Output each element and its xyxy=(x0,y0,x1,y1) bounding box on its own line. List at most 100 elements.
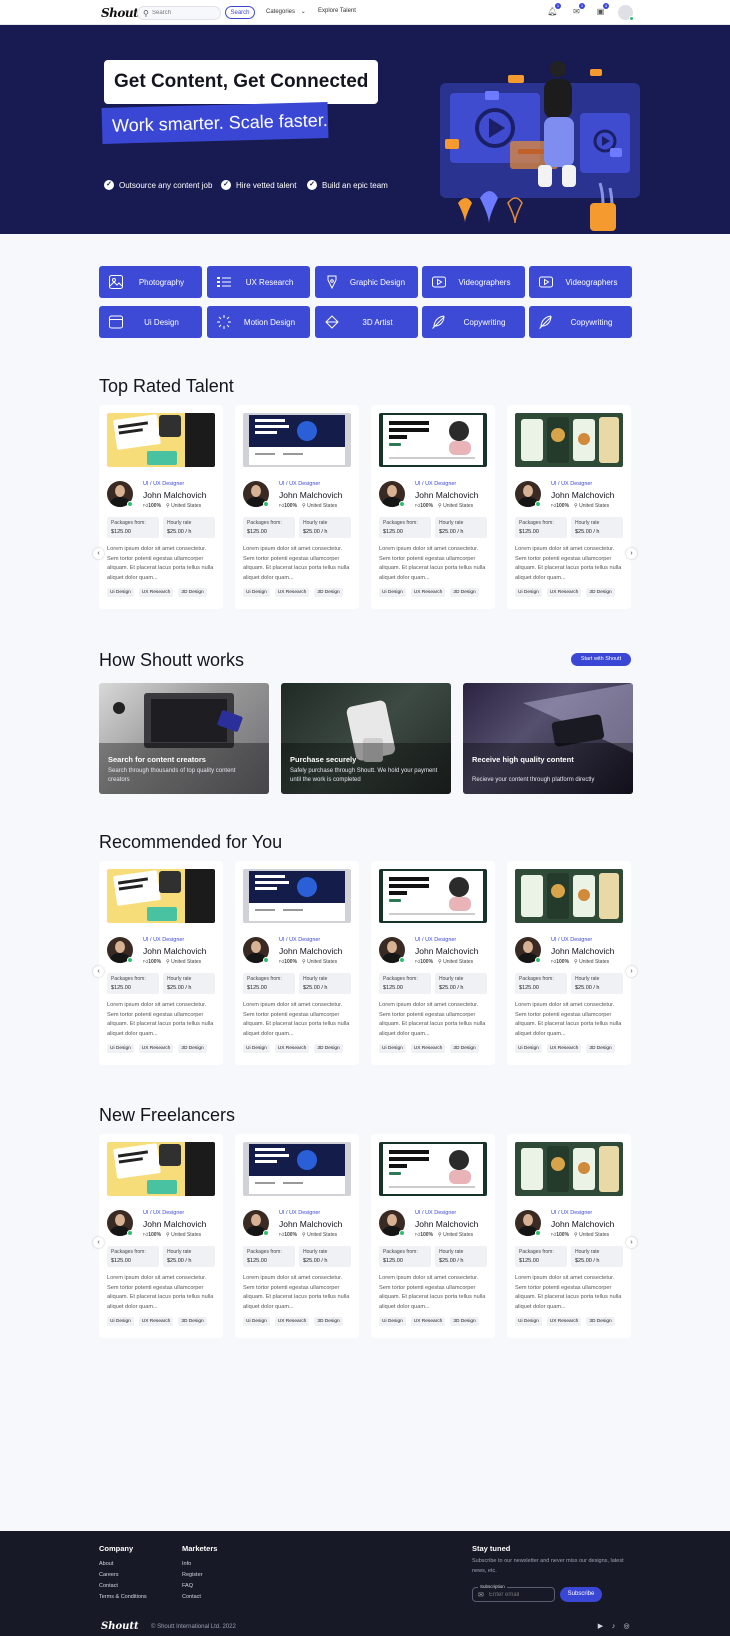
tag[interactable]: UX Research xyxy=(138,1044,174,1053)
cart-button[interactable]: ▣ 4 xyxy=(595,3,609,17)
talent-card[interactable]: UI / UX Designer John Malchovich 👍︎100% ⚲ U… xyxy=(507,861,631,1065)
tag[interactable]: 3D Design xyxy=(178,1044,207,1053)
talent-name[interactable]: John Malchovich xyxy=(415,1219,478,1229)
portfolio-thumbnail[interactable] xyxy=(379,413,487,467)
portfolio-thumbnail[interactable] xyxy=(379,1142,487,1196)
talent-card[interactable]: UI / UX Designer John Malchovich 👍︎100% ⚲ U… xyxy=(99,1134,223,1338)
tag[interactable]: 3D Design xyxy=(450,588,479,597)
portfolio-thumbnail[interactable] xyxy=(515,413,623,467)
carousel-prev-new-freelancers[interactable]: ‹ xyxy=(93,1237,104,1248)
tag[interactable]: 3D Design xyxy=(586,1317,615,1326)
talent-name[interactable]: John Malchovich xyxy=(279,1219,342,1229)
tag[interactable]: Ui Design xyxy=(379,588,406,597)
footer-link-about[interactable]: About xyxy=(99,1561,113,1567)
carousel-next-recommended[interactable]: › xyxy=(626,966,637,977)
tag[interactable]: 3D Design xyxy=(314,588,343,597)
messages-button[interactable]: ✉ 1 xyxy=(571,3,585,17)
tag[interactable]: Ui Design xyxy=(243,1317,270,1326)
tag[interactable]: UX Research xyxy=(410,1317,446,1326)
talent-name[interactable]: John Malchovich xyxy=(143,946,206,956)
portfolio-thumbnail[interactable] xyxy=(515,1142,623,1196)
portfolio-thumbnail[interactable] xyxy=(243,1142,351,1196)
talent-name[interactable]: John Malchovich xyxy=(143,1219,206,1229)
category-ui-design[interactable]: Ui Design xyxy=(99,306,202,338)
footer-logo[interactable]: Shoutt xyxy=(101,1621,139,1632)
talent-card[interactable]: UI / UX Designer John Malchovich 👍︎100% ⚲ U… xyxy=(371,861,495,1065)
tag[interactable]: 3D Design xyxy=(314,1044,343,1053)
category-photography[interactable]: Photography xyxy=(99,266,202,298)
portfolio-thumbnail[interactable] xyxy=(243,869,351,923)
talent-card[interactable]: UI / UX Designer John Malchovich 👍︎100% ⚲ U… xyxy=(235,405,359,609)
footer-link-register[interactable]: Register xyxy=(182,1572,202,1578)
talent-name[interactable]: John Malchovich xyxy=(279,946,342,956)
tag[interactable]: 3D Design xyxy=(586,1044,615,1053)
footer-link-contact-marketers[interactable]: Contact xyxy=(182,1594,201,1600)
carousel-prev-recommended[interactable]: ‹ xyxy=(93,966,104,977)
talent-name[interactable]: John Malchovich xyxy=(415,490,478,500)
search-box[interactable]: ⚲ xyxy=(137,6,221,20)
tag[interactable]: 3D Design xyxy=(450,1044,479,1053)
tag[interactable]: Ui Design xyxy=(379,1044,406,1053)
talent-card[interactable]: UI / UX Designer John Malchovich 👍︎100% ⚲ U… xyxy=(371,1134,495,1338)
carousel-prev-top-rated[interactable]: ‹ xyxy=(93,548,104,559)
tag[interactable]: UX Research xyxy=(410,1044,446,1053)
tag[interactable]: Ui Design xyxy=(243,1044,270,1053)
carousel-next-new-freelancers[interactable]: › xyxy=(626,1237,637,1248)
categories-menu[interactable]: Categories ⌄ xyxy=(266,8,306,15)
category-graphic-design[interactable]: Graphic Design xyxy=(315,266,418,298)
tag[interactable]: UX Research xyxy=(546,588,582,597)
talent-name[interactable]: John Malchovich xyxy=(551,946,614,956)
talent-card[interactable]: UI / UX Designer John Malchovich 👍︎100% ⚲ U… xyxy=(507,405,631,609)
tag[interactable]: Ui Design xyxy=(243,588,270,597)
subscription-field[interactable]: Subscription ✉ xyxy=(472,1584,555,1602)
tag[interactable]: 3D Design xyxy=(178,588,207,597)
talent-card[interactable]: UI / UX Designer John Malchovich 👍︎100% ⚲ U… xyxy=(99,861,223,1065)
search-button[interactable]: Search xyxy=(225,6,255,19)
tag[interactable]: UX Research xyxy=(274,588,310,597)
talent-card[interactable]: UI / UX Designer John Malchovich 👍︎100% ⚲ U… xyxy=(99,405,223,609)
tag[interactable]: UX Research xyxy=(274,1044,310,1053)
portfolio-thumbnail[interactable] xyxy=(107,869,215,923)
talent-name[interactable]: John Malchovich xyxy=(415,946,478,956)
search-input[interactable] xyxy=(152,8,218,18)
category-videographers[interactable]: Videographers xyxy=(529,266,632,298)
user-avatar[interactable] xyxy=(618,5,634,21)
footer-link-contact[interactable]: Contact xyxy=(99,1583,118,1589)
footer-link-careers[interactable]: Careers xyxy=(99,1572,119,1578)
portfolio-thumbnail[interactable] xyxy=(243,413,351,467)
tag[interactable]: UX Research xyxy=(138,588,174,597)
category-motion-design[interactable]: Motion Design xyxy=(207,306,310,338)
category-videographers[interactable]: Videographers xyxy=(422,266,525,298)
tag[interactable]: Ui Design xyxy=(379,1317,406,1326)
portfolio-thumbnail[interactable] xyxy=(107,413,215,467)
email-input[interactable] xyxy=(489,1590,551,1600)
explore-talent-link[interactable]: Explore Talent xyxy=(318,8,356,14)
tag[interactable]: 3D Design xyxy=(178,1317,207,1326)
talent-card[interactable]: UI / UX Designer John Malchovich 👍︎100% ⚲ U… xyxy=(235,1134,359,1338)
carousel-next-top-rated[interactable]: › xyxy=(626,548,637,559)
instagram-icon[interactable]: ◎ xyxy=(622,1622,631,1631)
tag[interactable]: UX Research xyxy=(410,588,446,597)
tiktok-icon[interactable]: ♪ xyxy=(609,1622,618,1631)
tag[interactable]: 3D Design xyxy=(314,1317,343,1326)
talent-name[interactable]: John Malchovich xyxy=(551,490,614,500)
talent-name[interactable]: John Malchovich xyxy=(551,1219,614,1229)
tag[interactable]: 3D Design xyxy=(586,588,615,597)
tag[interactable]: UX Research xyxy=(138,1317,174,1326)
youtube-icon[interactable]: ▶ xyxy=(596,1622,605,1631)
talent-name[interactable]: John Malchovich xyxy=(143,490,206,500)
category-copywriting[interactable]: Copywriting xyxy=(422,306,525,338)
tag[interactable]: UX Research xyxy=(546,1317,582,1326)
subscribe-button[interactable]: Subscribe xyxy=(560,1587,602,1602)
footer-link-faq[interactable]: FAQ xyxy=(182,1583,193,1589)
talent-card[interactable]: UI / UX Designer John Malchovich 👍︎100% ⚲ U… xyxy=(371,405,495,609)
talent-card[interactable]: UI / UX Designer John Malchovich 👍︎100% ⚲ U… xyxy=(507,1134,631,1338)
tag[interactable]: UX Research xyxy=(274,1317,310,1326)
tag[interactable]: Ui Design xyxy=(515,1044,542,1053)
portfolio-thumbnail[interactable] xyxy=(107,1142,215,1196)
tag[interactable]: 3D Design xyxy=(450,1317,479,1326)
tag[interactable]: Ui Design xyxy=(515,1317,542,1326)
portfolio-thumbnail[interactable] xyxy=(379,869,487,923)
tag[interactable]: Ui Design xyxy=(107,1317,134,1326)
footer-link-info[interactable]: Info xyxy=(182,1561,191,1567)
